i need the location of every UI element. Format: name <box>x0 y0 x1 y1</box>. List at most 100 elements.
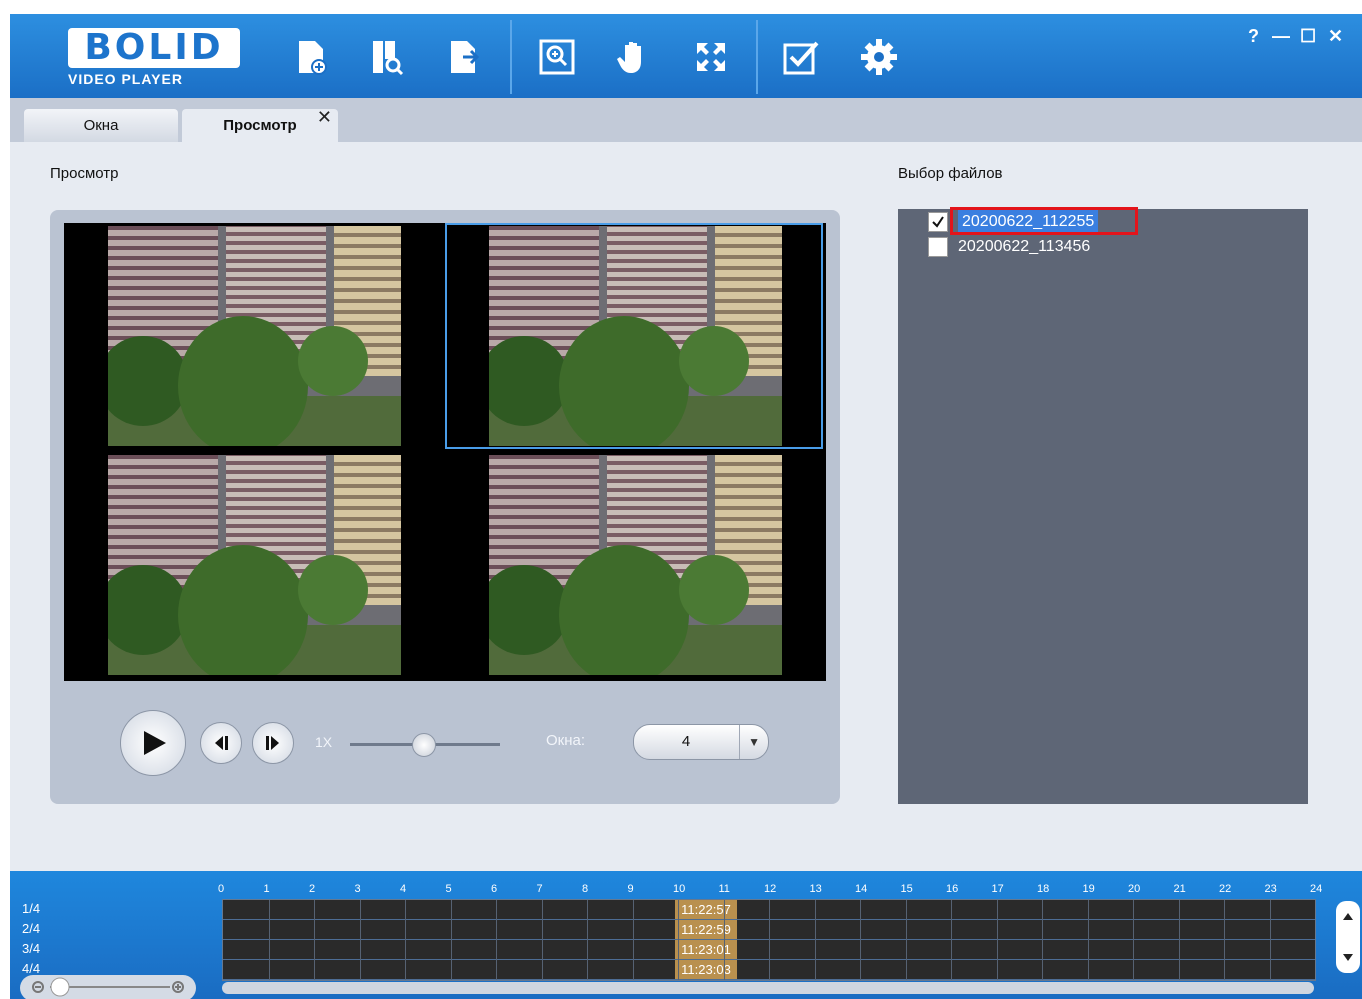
horizontal-scrollbar[interactable] <box>222 982 1314 994</box>
hour-label: 0 <box>218 883 225 895</box>
timeline-panel: 1/4 2/4 3/4 4/4 0 1 2 3 4 5 6 7 8 9 10 11 12 13 14 15 16… <box>10 871 1362 999</box>
tab-label: Просмотр <box>223 117 297 134</box>
hour-gridline <box>814 900 816 980</box>
open-file-icon[interactable] <box>288 34 334 80</box>
tab-windows[interactable]: Окна <box>24 109 178 142</box>
time-marker: 11:23:01 <box>675 940 737 959</box>
scroll-arrows-icon <box>1343 913 1353 961</box>
timeline-track[interactable]: 11:22:57 11:22:59 11:23:01 11:23:03 <box>222 899 1316 981</box>
search-file-icon[interactable] <box>364 34 410 80</box>
windows-count-value: 4 <box>681 733 691 750</box>
file-checkbox[interactable] <box>928 212 948 232</box>
hour-label: 11 <box>718 883 730 895</box>
hour-gridline <box>541 900 543 980</box>
hour-gridline <box>1133 900 1134 980</box>
file-item[interactable]: 20200622_112255 <box>928 207 1138 235</box>
video-frame <box>489 226 782 446</box>
checkbox-icon[interactable] <box>778 34 824 80</box>
speed-label: 1X <box>315 734 333 750</box>
hour-label: 19 <box>1082 883 1095 895</box>
time-marker: 11:23:03 <box>675 960 737 979</box>
video-window-2[interactable] <box>445 223 823 449</box>
next-frame-button[interactable] <box>252 722 294 764</box>
hour-label: 7 <box>536 883 543 895</box>
logo-main: BOLID <box>68 28 240 68</box>
tab-bar: Окна Просмотр ✕ <box>10 98 1362 142</box>
hour-label: 17 <box>991 883 1004 895</box>
video-window-3[interactable] <box>64 452 442 678</box>
time-marker: 11:22:57 <box>675 900 737 919</box>
hour-label: 24 <box>1310 883 1323 895</box>
hour-gridline <box>1178 900 1180 980</box>
logo: BOLID VIDEO PLAYER <box>68 28 240 88</box>
row-label: 3/4 <box>22 941 41 956</box>
hand-icon[interactable] <box>610 34 656 80</box>
hour-gridline <box>1224 900 1225 980</box>
video-window-1[interactable] <box>64 223 442 449</box>
maximize-icon[interactable]: ☐ <box>1300 26 1316 47</box>
hour-label: 14 <box>855 883 868 895</box>
export-icon[interactable] <box>440 34 486 80</box>
file-item[interactable]: 20200622_113456 <box>928 235 1090 259</box>
hour-label: 20 <box>1128 883 1141 895</box>
fullscreen-icon[interactable] <box>688 34 734 80</box>
hour-gridline <box>587 900 588 980</box>
video-frame <box>489 455 782 675</box>
minimize-icon[interactable]: — <box>1272 26 1290 47</box>
hour-label: 9 <box>627 883 634 895</box>
preview-panel: 1X Окна: 4 ▼ <box>50 210 840 804</box>
hour-label: 22 <box>1219 883 1232 895</box>
settings-icon[interactable] <box>856 34 902 80</box>
hour-label: 23 <box>1264 883 1277 895</box>
hour-gridline <box>769 900 770 980</box>
hour-gridline <box>1042 900 1043 980</box>
play-button[interactable] <box>120 710 186 776</box>
help-icon[interactable]: ? <box>1248 26 1259 47</box>
hour-label: 5 <box>445 883 452 895</box>
file-selection-title: Выбор файлов <box>898 165 1003 182</box>
hour-label: 16 <box>946 883 959 895</box>
video-frame <box>108 226 401 446</box>
hour-gridline <box>314 900 315 980</box>
hour-label: 3 <box>354 883 361 895</box>
tab-preview[interactable]: Просмотр ✕ <box>182 107 338 142</box>
speed-slider-handle[interactable] <box>412 733 436 757</box>
hour-gridline <box>450 900 452 980</box>
hour-label: 4 <box>400 883 407 895</box>
time-marker: 11:22:59 <box>675 920 737 939</box>
file-list-panel: 20200622_112255 20200622_113456 <box>898 207 1308 804</box>
hour-gridline <box>405 900 406 980</box>
highlight-box <box>950 207 1138 235</box>
windows-count-label: Окна: <box>546 732 586 749</box>
windows-count-select[interactable]: 4 ▼ <box>633 724 769 760</box>
hour-gridline <box>1269 900 1271 980</box>
row-label: 2/4 <box>22 921 41 936</box>
check-icon <box>932 216 944 228</box>
play-icon <box>144 731 166 755</box>
video-window-4[interactable] <box>445 452 823 678</box>
step-forward-icon <box>266 736 279 750</box>
hour-gridline <box>359 900 361 980</box>
vertical-scrollbar[interactable] <box>1336 901 1360 973</box>
hour-gridline <box>723 900 725 980</box>
playback-controls: 1X Окна: 4 ▼ <box>50 700 840 790</box>
zoom-icon[interactable] <box>534 34 580 80</box>
toolbar-separator <box>756 20 758 94</box>
hour-label: 1 <box>263 883 270 895</box>
preview-title: Просмотр <box>50 165 119 182</box>
row-label: 1/4 <box>22 901 41 916</box>
chevron-down-icon: ▼ <box>739 725 760 759</box>
file-checkbox[interactable] <box>928 237 948 257</box>
timeline-zoom-slider[interactable] <box>20 975 196 999</box>
close-icon[interactable]: ✕ <box>1328 26 1343 47</box>
logo-sub: VIDEO PLAYER <box>68 71 183 87</box>
hour-gridline <box>860 900 861 980</box>
video-frame <box>108 455 401 675</box>
tab-close-icon[interactable]: ✕ <box>317 101 332 134</box>
toolbar-separator <box>510 20 512 94</box>
hour-label: 8 <box>582 883 589 895</box>
header-toolbar: BOLID VIDEO PLAYER ? — ☐ ✕ <box>10 14 1362 98</box>
hour-gridline <box>496 900 497 980</box>
prev-frame-button[interactable] <box>200 722 242 764</box>
hour-gridline <box>1087 900 1089 980</box>
